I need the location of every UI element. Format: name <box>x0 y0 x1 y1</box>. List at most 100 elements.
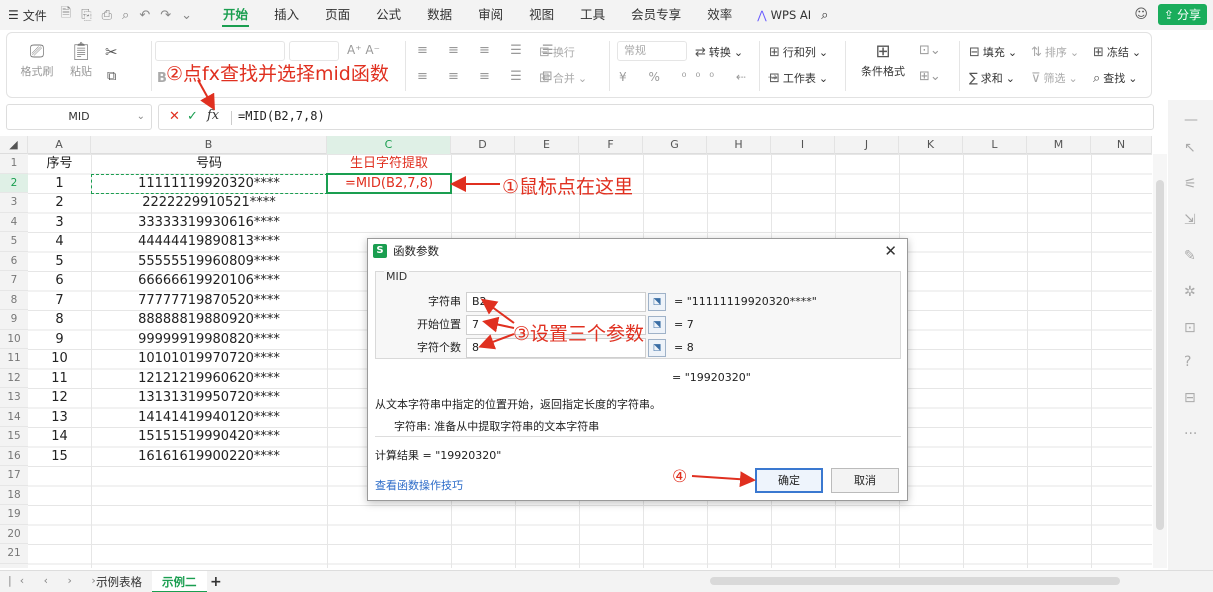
tab-review[interactable]: 审阅 <box>465 0 516 30</box>
cell-seq[interactable]: 8 <box>28 310 91 330</box>
cell-seq[interactable]: 6 <box>28 271 91 291</box>
cell-seq[interactable]: 5 <box>28 252 91 272</box>
cell-code[interactable]: 33333319930616**** <box>91 213 327 233</box>
row-col-button[interactable]: ⊞ 行和列 ⌄ <box>769 44 828 60</box>
row-header[interactable]: 21 <box>0 544 28 564</box>
name-box[interactable]: MID ⌄ <box>6 104 152 130</box>
cell-seq[interactable]: 9 <box>28 330 91 350</box>
fill-button[interactable]: ⊟ 填充 ⌄ <box>969 44 1017 60</box>
column-header-g[interactable]: G <box>643 136 707 154</box>
edit-icon[interactable]: ✎ <box>1184 248 1196 264</box>
preview-icon[interactable]: ⌕ <box>122 8 129 23</box>
save-icon[interactable]: 🗎 <box>61 4 71 26</box>
chevron-down-icon[interactable]: ⌄ <box>137 105 145 129</box>
collapse-dialog-icon[interactable]: ⬔ <box>648 316 666 334</box>
ok-button[interactable]: 确定 <box>755 468 823 493</box>
cell-style-icon[interactable]: ⊡⌄ <box>919 43 941 58</box>
header-birthday[interactable]: 生日字符提取 <box>327 154 451 174</box>
column-header-e[interactable]: E <box>515 136 579 154</box>
tab-efficiency[interactable]: 效率 <box>694 0 745 30</box>
tab-page[interactable]: 页面 <box>312 0 363 30</box>
font-grow-icon[interactable]: A⁺ A⁻ <box>347 43 380 57</box>
column-header-k[interactable]: K <box>899 136 963 154</box>
row-header[interactable]: 8 <box>0 291 28 310</box>
font-name-select[interactable] <box>155 41 285 61</box>
column-header-l[interactable]: L <box>963 136 1027 154</box>
row-header[interactable]: 17 <box>0 466 28 486</box>
confirm-formula-icon[interactable]: ✓ <box>187 109 198 124</box>
row-header[interactable]: 4 <box>0 213 28 232</box>
cell-code[interactable]: 12121219960620**** <box>91 369 327 389</box>
cell-code[interactable]: 13131319950720**** <box>91 388 327 408</box>
scroll-thumb[interactable] <box>710 577 1120 585</box>
cell-seq[interactable]: 11 <box>28 369 91 389</box>
cell-seq[interactable]: 14 <box>28 427 91 447</box>
cell-code[interactable]: 10101019970720**** <box>91 349 327 369</box>
sheet-tab-example-table[interactable]: 示例表格 <box>86 571 152 592</box>
row-header[interactable]: 1 <box>0 154 28 174</box>
document-icon[interactable]: ⊟ <box>1184 390 1196 406</box>
print-icon[interactable]: ⎙ <box>102 8 112 23</box>
tab-home[interactable]: 开始 <box>210 0 261 30</box>
scroll-thumb[interactable] <box>1156 180 1164 530</box>
number-format-select[interactable]: 常规 <box>617 41 687 61</box>
more-icon[interactable]: ··· <box>1184 426 1197 442</box>
column-header-i[interactable]: I <box>771 136 835 154</box>
row-header[interactable]: 16 <box>0 447 28 466</box>
search-icon[interactable]: ⌕ <box>821 8 828 23</box>
argument-input-text[interactable]: B2 <box>466 292 646 312</box>
sort-button[interactable]: ⇅ 排序 ⌄ <box>1031 44 1079 60</box>
cut-icon[interactable]: ✂ <box>105 43 118 61</box>
help-icon[interactable]: ? <box>1184 354 1191 370</box>
cell-code[interactable]: 77777719870520**** <box>91 291 327 311</box>
row-header[interactable]: 20 <box>0 525 28 544</box>
cell-code[interactable]: 14141419940120**** <box>91 408 327 428</box>
settings-sliders-icon[interactable]: ⚟ <box>1184 176 1197 192</box>
chevron-down-icon[interactable]: ⌄ <box>181 8 192 23</box>
formula-input-area[interactable]: ✕ ✓ fx =MID(B2,7,8) <box>158 104 1154 130</box>
copy-icon[interactable]: ⧉ <box>107 69 116 84</box>
column-header-h[interactable]: H <box>707 136 771 154</box>
row-header[interactable]: 11 <box>0 349 28 369</box>
cell-code[interactable]: 44444419890813**** <box>91 232 327 252</box>
wps-ai-button[interactable]: ⋀ WPS AI ⌕ <box>757 8 828 23</box>
export-icon[interactable]: ⇲ <box>1184 212 1196 228</box>
column-header-a[interactable]: A <box>28 136 91 154</box>
column-header-n[interactable]: N <box>1091 136 1152 154</box>
worksheet-button[interactable]: ⊟ 工作表 ⌄ <box>769 70 828 86</box>
row-header[interactable]: 5 <box>0 232 28 252</box>
paste-button[interactable]: 📋︎ 粘贴 <box>59 41 103 79</box>
pointer-icon[interactable]: ↖ <box>1184 140 1196 156</box>
border-icon[interactable]: ⊞⌄ <box>919 69 941 84</box>
insert-function-icon[interactable]: fx <box>207 108 219 123</box>
freeze-button[interactable]: ⊞ 冻结 ⌄ <box>1093 44 1141 60</box>
help-link[interactable]: 查看函数操作技巧 <box>375 477 463 493</box>
row-header[interactable]: 9 <box>0 310 28 330</box>
cell-code[interactable]: 2222229910521**** <box>91 193 327 213</box>
row-header[interactable]: 15 <box>0 427 28 447</box>
find-button[interactable]: ⌕ 查找 ⌄ <box>1093 70 1138 86</box>
conditional-format-button[interactable]: ⊞ 条件格式 <box>853 41 913 79</box>
column-header-b[interactable]: B <box>91 136 327 154</box>
cell-code[interactable]: 99999919980820**** <box>91 330 327 350</box>
formula-text[interactable]: =MID(B2,7,8) <box>238 109 325 123</box>
book-icon[interactable]: ⊡ <box>1184 320 1196 336</box>
horizontal-scrollbar[interactable] <box>700 577 1160 585</box>
cell-code[interactable]: 15151519990420**** <box>91 427 327 447</box>
close-icon[interactable]: ✕ <box>884 242 897 260</box>
tab-view[interactable]: 视图 <box>516 0 567 30</box>
column-header-j[interactable]: J <box>835 136 899 154</box>
column-header-c[interactable]: C <box>327 136 451 154</box>
cell-seq[interactable]: 4 <box>28 232 91 252</box>
tab-data[interactable]: 数据 <box>414 0 465 30</box>
number-style-icons[interactable]: ¥ % ⁰⁰⁰ ⇠ ⇢ <box>619 70 787 84</box>
cell-code[interactable]: 55555519960809**** <box>91 252 327 272</box>
row-header[interactable]: 14 <box>0 408 28 427</box>
select-all-corner[interactable]: ◢ <box>0 136 28 154</box>
add-sheet-button[interactable]: + <box>200 571 232 592</box>
font-size-select[interactable] <box>289 41 339 61</box>
minimize-icon[interactable]: — <box>1184 112 1198 128</box>
redo-icon[interactable]: ↷ <box>160 8 171 23</box>
cell-code[interactable]: 16161619900220**** <box>91 447 327 467</box>
sheet-tab-example-two[interactable]: 示例二 <box>152 571 207 592</box>
